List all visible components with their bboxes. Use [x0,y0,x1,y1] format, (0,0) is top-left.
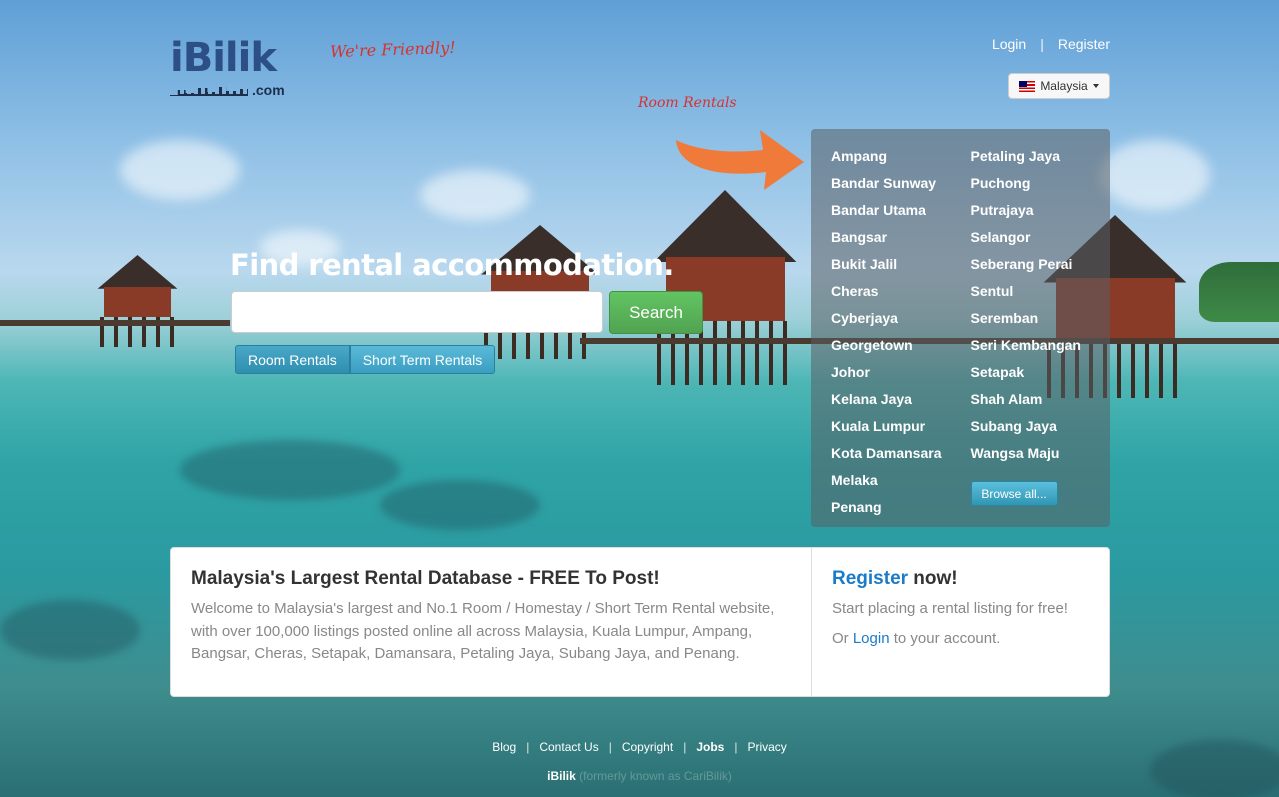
shore-decoration [1199,262,1279,322]
footer-separator: | [683,740,687,754]
login-prefix: Or [832,630,853,647]
hut-decoration [90,255,185,347]
location-link[interactable]: Seberang Perai [971,251,1111,278]
location-link[interactable]: Wangsa Maju [971,440,1111,467]
location-link[interactable]: Bangsar [831,224,971,251]
cloud-decoration [420,170,530,220]
location-link[interactable]: Cyberjaya [831,305,971,332]
curved-arrow-icon [676,130,804,190]
location-link[interactable]: Penang [831,494,971,521]
country-label: Malaysia [1040,79,1088,93]
location-link[interactable]: Kota Damansara [831,440,971,467]
location-link[interactable]: Putrajaya [971,197,1111,224]
footer-copyright: iBilik (formerly known as CariBilik) [0,769,1279,783]
caret-down-icon [1092,84,1099,88]
logo-text: iBilik [170,35,277,81]
location-link[interactable]: Puchong [971,170,1111,197]
search-button[interactable]: Search [609,291,703,334]
footer-brand: iBilik [547,769,576,783]
footer-link-privacy[interactable]: Privacy [747,740,786,754]
search-headline: Find rental accommodation. [230,248,674,282]
info-box: Malaysia's Largest Rental Database - FRE… [170,547,1110,697]
tab-short-term-rentals[interactable]: Short Term Rentals [349,345,496,374]
footer-separator: | [526,740,530,754]
location-link[interactable]: Petaling Jaya [971,143,1111,170]
skyline-icon [170,87,248,96]
register-heading-suffix: now! [908,568,958,589]
footer-separator: | [608,740,612,754]
footer-link-copyright[interactable]: Copyright [622,740,673,754]
footer-former-name: (formerly known as CariBilik) [579,769,732,783]
footer-link-contact[interactable]: Contact Us [539,740,598,754]
location-link[interactable]: Setapak [971,359,1111,386]
footer-separator: | [734,740,738,754]
register-heading: Register now! [832,568,1089,590]
location-link[interactable]: Selangor [971,224,1111,251]
location-link[interactable]: Bukit Jalil [831,251,971,278]
location-link[interactable]: Bandar Sunway [831,170,971,197]
room-rentals-annotation: Room Rentals [638,95,737,111]
reef-decoration [380,480,540,530]
site-logo[interactable]: iBilik .com [170,38,290,100]
location-link[interactable]: Subang Jaya [971,413,1111,440]
location-link[interactable]: Sentul [971,278,1111,305]
location-link[interactable]: Johor [831,359,971,386]
location-link[interactable]: Shah Alam [971,386,1111,413]
location-link[interactable]: Cheras [831,278,971,305]
browse-all-button[interactable]: Browse all... [970,481,1058,506]
auth-separator: | [1040,36,1044,52]
location-link[interactable]: Seri Kembangan [971,332,1111,359]
reef-decoration [0,600,140,660]
info-title: Malaysia's Largest Rental Database - FRE… [191,568,660,589]
login-text: Or Login to your account. [832,630,1089,647]
register-panel: Register now! Start placing a rental lis… [812,548,1109,696]
location-link[interactable]: Kelana Jaya [831,386,971,413]
info-login-link[interactable]: Login [853,630,890,647]
location-link[interactable]: Ampang [831,143,971,170]
footer-links: Blog | Contact Us | Copyright | Jobs | P… [0,740,1279,754]
locations-column-1: Ampang Bandar Sunway Bandar Utama Bangsar Bu… [831,143,971,527]
register-text: Start placing a rental listing for free! [832,600,1068,617]
tagline: We're Friendly! [329,37,456,62]
auth-links: Login | Register [992,36,1110,52]
locations-column-2-items: Petaling Jaya Puchong Putrajaya Selangor Seb… [971,143,1111,467]
location-link[interactable]: Georgetown [831,332,971,359]
location-link[interactable]: Seremban [971,305,1111,332]
reef-decoration [180,440,400,500]
info-description: Welcome to Malaysia's largest and No.1 R… [191,600,775,662]
cloud-decoration [1100,140,1210,210]
search-input[interactable] [231,291,603,333]
login-suffix: to your account. [889,630,1001,647]
deck-decoration [0,320,230,326]
register-heading-link[interactable]: Register [832,568,908,589]
login-link[interactable]: Login [992,36,1026,52]
locations-panel: Ampang Bandar Sunway Bandar Utama Bangsar Bu… [811,129,1110,527]
country-dropdown[interactable]: Malaysia [1008,73,1110,99]
rental-type-tabs: Room Rentals Short Term Rentals [235,345,496,374]
info-left-panel: Malaysia's Largest Rental Database - FRE… [171,548,812,696]
locations-column-2: Petaling Jaya Puchong Putrajaya Selangor Seb… [970,143,1111,527]
footer-link-jobs[interactable]: Jobs [696,740,724,754]
register-link[interactable]: Register [1058,36,1110,52]
cloud-decoration [120,140,240,200]
location-link[interactable]: Bandar Utama [831,197,971,224]
logo-suffix: .com [252,82,285,98]
malaysia-flag-icon [1019,80,1036,92]
location-link[interactable]: Melaka [831,467,971,494]
tab-room-rentals[interactable]: Room Rentals [235,345,350,374]
location-link[interactable]: Kuala Lumpur [831,413,971,440]
footer-link-blog[interactable]: Blog [492,740,516,754]
